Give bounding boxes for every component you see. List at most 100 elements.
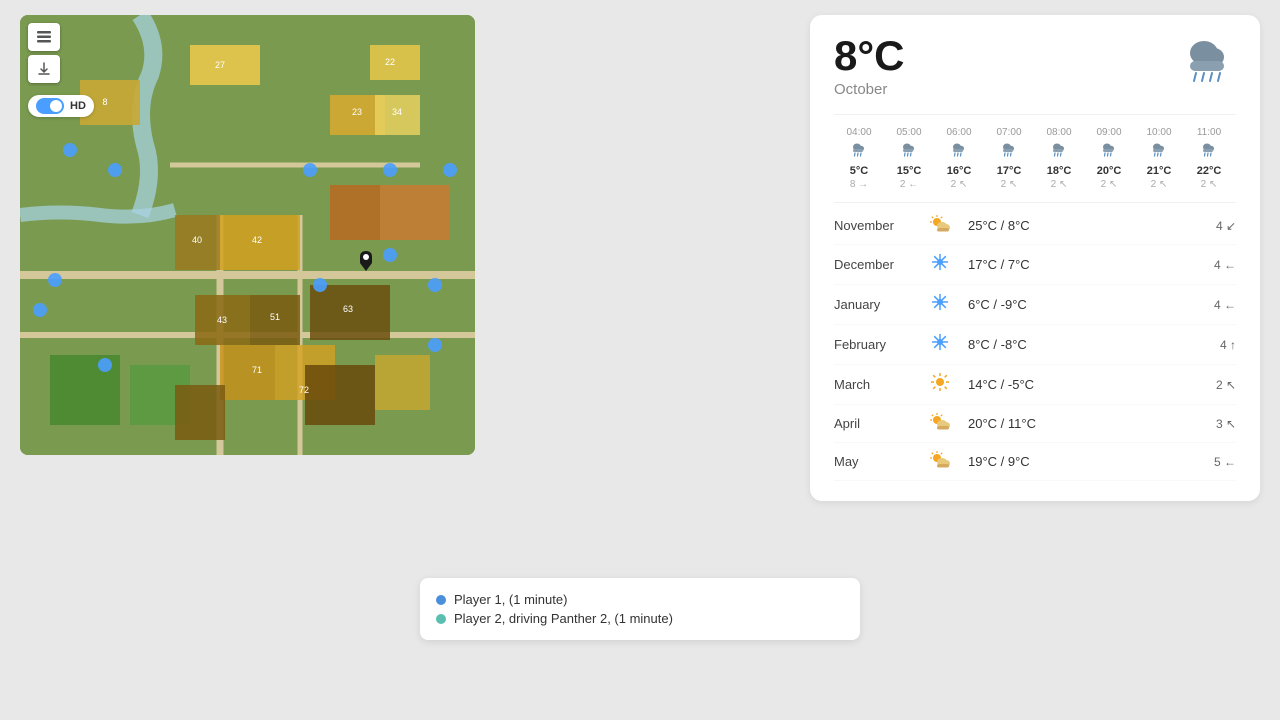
month-row: January 6°C / -9°C 4 ← <box>834 285 1236 325</box>
month-icon <box>924 372 956 397</box>
hour-temp: 16°C <box>934 165 984 177</box>
map-svg: 27 8 22 23 34 43 51 63 42 40 71 72 <box>20 15 475 455</box>
month-wind: 3 ↖ <box>1186 417 1236 431</box>
hour-column: 08:00 18°C 2 ↖ <box>1034 127 1084 190</box>
map-controls <box>28 23 60 83</box>
current-month: October <box>834 81 905 98</box>
month-row: April 20°C / 11°C 3 ↖ <box>834 405 1236 443</box>
hour-wind: 2 ↖ <box>984 179 1034 190</box>
hour-wind: 2 ↖ <box>1084 179 1134 190</box>
hour-temp: 21°C <box>1134 165 1184 177</box>
month-icon <box>924 214 956 237</box>
hour-time: 05:00 <box>884 127 934 138</box>
hour-column: 07:00 17°C 2 ↖ <box>984 127 1034 190</box>
map-panel: HD <box>20 15 475 455</box>
weather-current: 8°C October <box>834 35 905 98</box>
svg-text:51: 51 <box>270 312 280 322</box>
hour-time: 11:00 <box>1184 127 1234 138</box>
player-row-2: Player 2, driving Panther 2, (1 minute) <box>436 609 844 628</box>
hour-icon <box>1084 142 1134 163</box>
hour-wind: 2 ↖ <box>1184 179 1234 190</box>
hour-column: 12:00 23°C 2 ↖ <box>1234 127 1236 190</box>
hour-time: 06:00 <box>934 127 984 138</box>
month-name: November <box>834 218 924 233</box>
hour-temp: 5°C <box>834 165 884 177</box>
svg-text:8: 8 <box>102 97 107 107</box>
hourly-forecast: 04:00 5°C 8 → 05:00 15°C <box>834 114 1236 190</box>
hour-time: 10:00 <box>1134 127 1184 138</box>
hour-icon <box>1134 142 1184 163</box>
hour-time: 04:00 <box>834 127 884 138</box>
player-row-1: Player 1, (1 minute) <box>436 590 844 609</box>
player-2-text: Player 2, driving Panther 2, (1 minute) <box>454 611 673 626</box>
hour-temp: 20°C <box>1084 165 1134 177</box>
month-temps: 14°C / -5°C <box>956 377 1186 392</box>
svg-text:40: 40 <box>192 235 202 245</box>
month-row: February 8°C / -8°C 4 ↑ <box>834 325 1236 365</box>
month-row: March 14°C / -5°C 2 ↖ <box>834 365 1236 405</box>
svg-text:27: 27 <box>215 60 225 70</box>
month-name: December <box>834 257 924 272</box>
month-row: December 17°C / 7°C 4 ← <box>834 245 1236 285</box>
svg-text:22: 22 <box>385 57 395 67</box>
hour-column: 04:00 5°C 8 → <box>834 127 884 190</box>
hour-icon <box>1034 142 1084 163</box>
month-icon <box>924 450 956 473</box>
hour-time: 08:00 <box>1034 127 1084 138</box>
hour-temp: 15°C <box>884 165 934 177</box>
hour-time: 12:00 <box>1234 127 1236 138</box>
month-wind: 4 ↙ <box>1186 219 1236 233</box>
player-1-text: Player 1, (1 minute) <box>454 592 567 607</box>
month-name: April <box>834 416 924 431</box>
hour-column: 10:00 21°C 2 ↖ <box>1134 127 1184 190</box>
month-temps: 25°C / 8°C <box>956 218 1186 233</box>
hour-temp: 23°C <box>1234 165 1236 177</box>
hd-label: HD <box>70 100 86 112</box>
month-icon <box>924 252 956 277</box>
month-temps: 20°C / 11°C <box>956 416 1186 431</box>
month-icon <box>924 332 956 357</box>
svg-text:42: 42 <box>252 235 262 245</box>
month-wind: 4 ↑ <box>1186 338 1236 352</box>
month-name: March <box>834 377 924 392</box>
hour-column: 05:00 15°C 2 ← <box>884 127 934 190</box>
hour-time: 07:00 <box>984 127 1034 138</box>
month-temps: 19°C / 9°C <box>956 454 1186 469</box>
hour-temp: 17°C <box>984 165 1034 177</box>
hour-icon <box>984 142 1034 163</box>
hour-wind: 2 ↖ <box>1034 179 1084 190</box>
hour-icon <box>1234 142 1236 163</box>
weather-header: 8°C October <box>834 35 1236 98</box>
hour-icon <box>884 142 934 163</box>
month-row: November 25°C / 8°C 4 ↙ <box>834 207 1236 245</box>
month-temps: 6°C / -9°C <box>956 297 1186 312</box>
current-temperature: 8°C <box>834 35 905 77</box>
hour-icon <box>934 142 984 163</box>
hour-wind: 2 ← <box>884 179 934 190</box>
toggle-switch[interactable] <box>36 98 64 114</box>
svg-text:23: 23 <box>352 107 362 117</box>
month-name: February <box>834 337 924 352</box>
month-icon <box>924 412 956 435</box>
toggle-knob <box>50 100 62 112</box>
weather-panel: 8°C October 04:00 <box>810 15 1260 501</box>
hour-wind: 2 ↖ <box>1234 179 1236 190</box>
hd-toggle[interactable]: HD <box>28 95 94 117</box>
download-button[interactable] <box>28 55 60 83</box>
month-wind: 2 ↖ <box>1186 378 1236 392</box>
month-temps: 8°C / -8°C <box>956 337 1186 352</box>
svg-text:43: 43 <box>217 315 227 325</box>
month-temps: 17°C / 7°C <box>956 257 1186 272</box>
hour-wind: 2 ↖ <box>1134 179 1184 190</box>
month-row: May 19°C / 9°C 5 ← <box>834 443 1236 481</box>
main-weather-icon <box>1180 35 1236 93</box>
player-1-dot <box>436 595 446 605</box>
hour-column: 09:00 20°C 2 ↖ <box>1084 127 1134 190</box>
hour-column: 11:00 22°C 2 ↖ <box>1184 127 1234 190</box>
hour-column: 06:00 16°C 2 ↖ <box>934 127 984 190</box>
month-wind: 4 ← <box>1186 298 1236 312</box>
month-wind: 4 ← <box>1186 258 1236 272</box>
layers-button[interactable] <box>28 23 60 51</box>
svg-text:72: 72 <box>299 385 309 395</box>
hour-time: 09:00 <box>1084 127 1134 138</box>
